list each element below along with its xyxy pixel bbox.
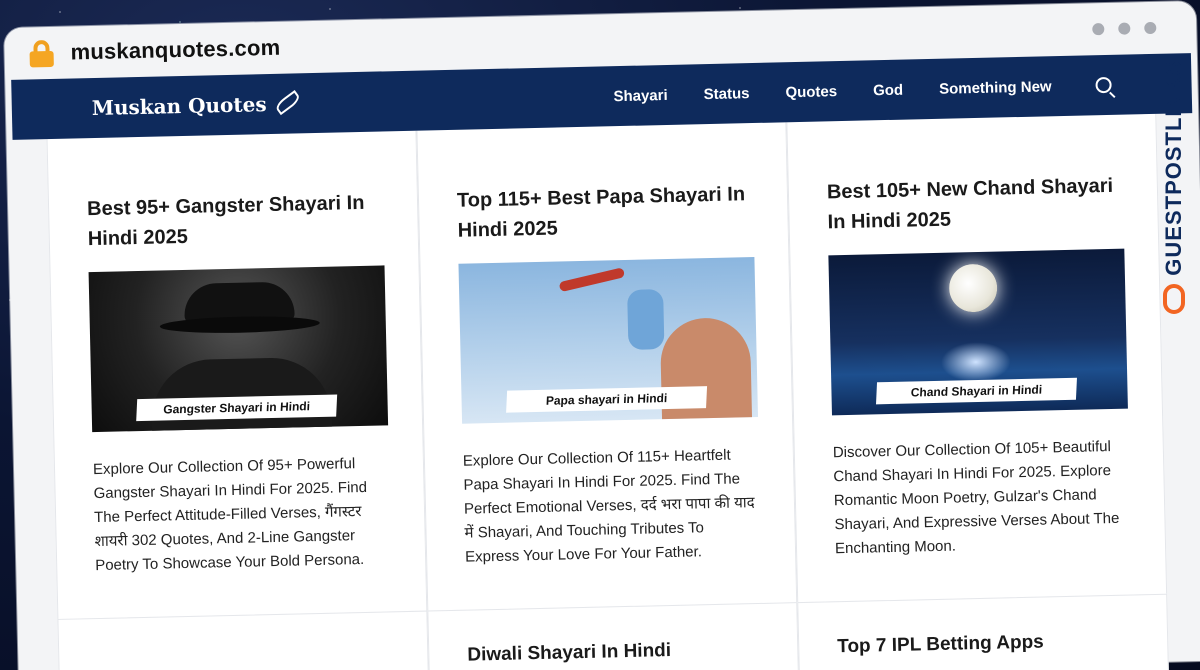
post-card: Best 105+ New Chand Shayari In Hindi 202… xyxy=(786,113,1168,603)
feather-icon xyxy=(270,92,296,115)
post-card-partial[interactable]: Diwali Shayari In Hindi xyxy=(427,602,800,670)
nav-item-god[interactable]: God xyxy=(873,81,903,99)
link-icon xyxy=(1163,283,1185,314)
search-icon[interactable] xyxy=(1095,76,1112,94)
post-excerpt: Discover Our Collection Of 105+ Beautifu… xyxy=(832,437,1120,558)
nav-item-quotes[interactable]: Quotes xyxy=(785,83,837,101)
post-card-partial[interactable]: Top 7 IPL Betting Apps xyxy=(797,593,1169,670)
post-excerpt: Explore Our Collection Of 95+ Powerful G… xyxy=(92,455,368,575)
nav-item-something-new[interactable]: Something New xyxy=(939,78,1052,98)
post-title[interactable]: Top 115+ Best Papa Shayari In Hindi 2025 xyxy=(457,179,754,246)
post-thumbnail[interactable]: Papa shayari in Hindi xyxy=(458,257,759,424)
post-title[interactable]: Best 95+ Gangster Shayari In Hindi 2025 xyxy=(87,187,384,254)
url-text[interactable]: muskanquotes.com xyxy=(70,35,280,66)
post-thumbnail[interactable]: Gangster Shayari in Hindi xyxy=(88,265,389,433)
thumbnail-caption: Chand Shayari in Hindi xyxy=(875,377,1077,405)
nav-item-status[interactable]: Status xyxy=(703,85,749,103)
post-thumbnail[interactable]: Chand Shayari in Hindi xyxy=(828,248,1128,416)
thumbnail-caption: Papa shayari in Hindi xyxy=(506,386,708,413)
nav-item-shayari[interactable]: Shayari xyxy=(613,86,668,104)
post-card: Top 115+ Best Papa Shayari In Hindi 2025… xyxy=(416,122,798,611)
post-card-partial[interactable] xyxy=(57,610,430,670)
post-card: Best 95+ Gangster Shayari In Hindi 2025 … xyxy=(46,130,428,619)
browser-window: muskanquotes.com Muskan Quotes Shayari S… xyxy=(4,0,1200,670)
thumbnail-caption: Gangster Shayari in Hindi xyxy=(136,394,338,422)
window-dot-icon[interactable] xyxy=(1118,22,1131,35)
post-grid: Best 95+ Gangster Shayari In Hindi 2025 … xyxy=(7,113,1200,620)
watermark-text: GUESTPOSTLINKS xyxy=(1161,60,1186,276)
main-nav: Shayari Status Quotes God Something New xyxy=(613,76,1112,105)
lock-icon xyxy=(28,39,55,68)
post-title[interactable]: Best 105+ New Chand Shayari In Hindi 202… xyxy=(827,171,1124,238)
post-excerpt: Explore Our Collection Of 115+ Heartfelt… xyxy=(462,446,755,566)
watermark: GUESTPOSTLINKS xyxy=(1156,60,1192,360)
logo-text: Muskan Quotes xyxy=(91,92,267,121)
site-logo[interactable]: Muskan Quotes xyxy=(92,91,297,120)
window-controls xyxy=(1092,21,1157,36)
window-dot-icon[interactable] xyxy=(1144,21,1157,35)
window-dot-icon[interactable] xyxy=(1092,23,1105,36)
